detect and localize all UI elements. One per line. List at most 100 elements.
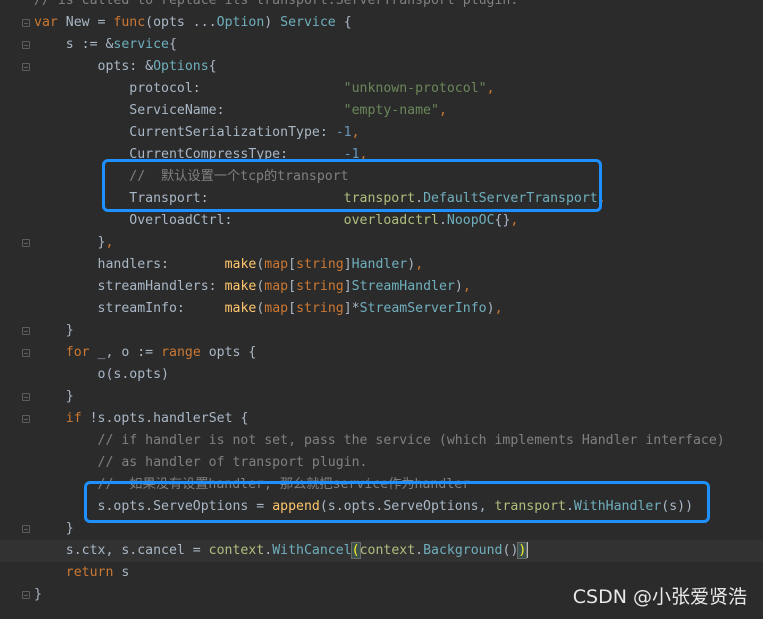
code-line[interactable]: for _, o := range opts {: [0, 342, 763, 364]
code-token: ,: [351, 125, 360, 140]
code-token: NoopOC: [446, 213, 495, 228]
code-token: s.ctx, s.cancel =: [34, 543, 209, 558]
code-token: ,: [105, 235, 114, 250]
code-token: }: [34, 521, 74, 536]
fold-toggle-icon[interactable]: [22, 239, 30, 247]
code-token: CurrentSerializationType:: [34, 125, 336, 140]
code-line[interactable]: protocol: "unknown-protocol",: [0, 78, 763, 100]
code-token: context: [359, 543, 416, 558]
fold-toggle-icon[interactable]: [22, 19, 30, 27]
code-line[interactable]: CurrentCompressType: -1,: [0, 144, 763, 166]
code-token: Transport:: [34, 191, 344, 206]
code-token: // 如果没有设置handler, 那么就把service作为handler: [34, 477, 471, 492]
code-token: .: [264, 543, 273, 558]
code-token: Service: [280, 15, 336, 30]
code-token: {: [335, 15, 352, 30]
code-token: ]: [343, 279, 352, 294]
code-text: protocol: "unknown-protocol",: [34, 78, 494, 100]
code-token: if: [65, 411, 82, 426]
code-line[interactable]: // 默认设置一个tcp的transport: [0, 166, 763, 188]
code-token: ,: [494, 301, 503, 316]
code-token: (s)): [661, 499, 694, 514]
code-line[interactable]: handlers: make(map[string]Handler),: [0, 254, 763, 276]
code-token: transport: [343, 191, 416, 206]
code-token: {}: [494, 213, 511, 228]
fold-toggle-icon[interactable]: [22, 41, 30, 49]
fold-toggle-icon[interactable]: [22, 393, 30, 401]
code-token: "unknown-protocol": [343, 81, 487, 96]
watermark: CSDN @小张爱贤浩: [572, 586, 747, 608]
code-token: (s.opts.ServeOptions,: [319, 499, 495, 514]
code-line[interactable]: // 如果没有设置handler, 那么就把service作为handler: [0, 474, 763, 496]
code-line[interactable]: o(s.opts): [0, 364, 763, 386]
code-token: Handler: [351, 257, 408, 272]
code-token: ,: [359, 147, 368, 162]
code-token: map: [264, 257, 289, 272]
code-text: opts: &Options{: [34, 56, 217, 78]
code-line[interactable]: streamInfo: make(map[string]*StreamServe…: [0, 298, 763, 320]
code-token: ): [454, 279, 463, 294]
code-token: streamHandlers:: [34, 279, 225, 294]
code-token: for: [65, 345, 90, 360]
code-token: make: [224, 301, 257, 316]
code-line[interactable]: if !s.opts.handlerSet {: [0, 408, 763, 430]
code-line[interactable]: Transport: transport.DefaultServerTransp…: [0, 188, 763, 210]
code-token: // if handler is not set, pass the servi…: [34, 433, 725, 448]
code-line[interactable]: }: [0, 518, 763, 540]
code-token: o(s.opts): [34, 367, 169, 382]
fold-toggle-icon[interactable]: [22, 349, 30, 357]
code-token: (opts ...: [145, 15, 217, 30]
code-line[interactable]: opts: &Options{: [0, 56, 763, 78]
code-token: ): [407, 257, 416, 272]
code-text: s := &service{: [34, 34, 177, 56]
code-line[interactable]: // is called to replace its transport.Se…: [0, 0, 763, 12]
code-line[interactable]: return s: [0, 562, 763, 584]
code-token: }: [34, 587, 42, 602]
code-token: }: [34, 389, 74, 404]
code-line[interactable]: var New = func(opts ...Option) Service {: [0, 12, 763, 34]
code-line[interactable]: s.ctx, s.cancel = context.WithCancel(con…: [0, 540, 763, 562]
code-token: {: [168, 37, 177, 52]
fold-toggle-icon[interactable]: [22, 63, 30, 71]
code-text: // if handler is not set, pass the servi…: [34, 430, 725, 452]
code-line[interactable]: streamHandlers: make(map[string]StreamHa…: [0, 276, 763, 298]
code-text: streamHandlers: make(map[string]StreamHa…: [34, 276, 471, 298]
code-line[interactable]: },: [0, 232, 763, 254]
code-text: }: [34, 320, 74, 342]
fold-toggle-icon[interactable]: [22, 591, 30, 599]
code-token: make: [224, 257, 257, 272]
code-token: [: [288, 257, 297, 272]
code-token: // as handler of transport plugin.: [34, 455, 368, 470]
code-line[interactable]: // as handler of transport plugin.: [0, 452, 763, 474]
code-line[interactable]: s := &service{: [0, 34, 763, 56]
code-text: // as handler of transport plugin.: [34, 452, 368, 474]
fold-toggle-icon[interactable]: [22, 525, 30, 533]
code-line[interactable]: OverloadCtrl: overloadctrl.NoopOC{},: [0, 210, 763, 232]
code-line[interactable]: CurrentSerializationType: -1,: [0, 122, 763, 144]
code-text: if !s.opts.handlerSet {: [34, 408, 249, 430]
code-line[interactable]: // if handler is not set, pass the servi…: [0, 430, 763, 452]
code-editor[interactable]: // is called to replace its transport.Se…: [0, 0, 763, 619]
code-token: ): [264, 15, 281, 30]
fold-toggle-icon[interactable]: [22, 415, 30, 423]
code-token: string: [296, 257, 344, 272]
code-text: s.opts.ServeOptions = append(s.opts.Serv…: [34, 496, 694, 518]
code-text: }: [34, 584, 42, 606]
code-token: string: [296, 301, 344, 316]
code-token: service: [113, 37, 169, 52]
code-line[interactable]: s.opts.ServeOptions = append(s.opts.Serv…: [0, 496, 763, 518]
code-token: s := &: [34, 37, 114, 52]
code-text: }: [34, 518, 74, 540]
code-token: s: [113, 565, 130, 580]
code-text: // is called to replace its transport.Se…: [34, 0, 518, 12]
code-line[interactable]: ServiceName: "empty-name",: [0, 100, 763, 122]
code-token: }: [34, 235, 106, 250]
code-line[interactable]: }: [0, 320, 763, 342]
code-token: "empty-name": [343, 103, 439, 118]
fold-toggle-icon[interactable]: [22, 327, 30, 335]
code-token: handlers:: [34, 257, 225, 272]
code-text: handlers: make(map[string]Handler),: [34, 254, 424, 276]
code-token: // is called to replace its transport.Se…: [34, 0, 519, 8]
code-line[interactable]: }: [0, 386, 763, 408]
